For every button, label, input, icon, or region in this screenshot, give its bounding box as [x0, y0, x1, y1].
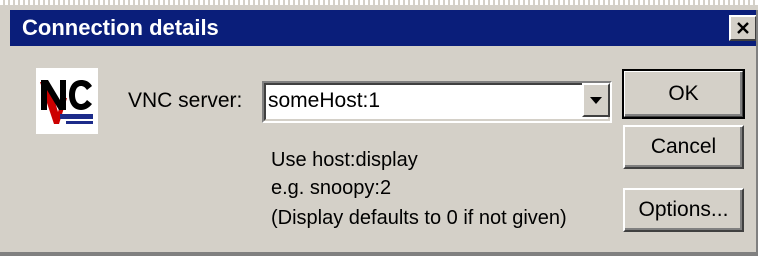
chevron-down-icon — [590, 97, 602, 104]
close-button[interactable] — [729, 15, 757, 41]
close-icon — [737, 22, 749, 34]
bottom-border — [0, 252, 758, 256]
top-border — [0, 0, 758, 10]
connection-details-dialog: Connection details VNC server: someHost:… — [0, 0, 758, 256]
cancel-button[interactable]: Cancel — [623, 125, 744, 169]
hint-line-example: e.g. snoopy:2 — [271, 177, 392, 199]
vnc-server-combobox[interactable]: someHost:1 — [262, 81, 612, 123]
vnc-server-input[interactable]: someHost:1 — [268, 88, 380, 114]
options-button[interactable]: Options... — [623, 188, 744, 232]
vnc-logo-icon — [36, 68, 98, 134]
title-bar[interactable]: Connection details — [10, 10, 758, 46]
dialog-title: Connection details — [22, 15, 219, 40]
hint-line-default: (Display defaults to 0 if not given) — [271, 207, 567, 229]
hint-line-usage: Use host:display — [271, 149, 418, 171]
ok-button[interactable]: OK — [622, 69, 745, 119]
dropdown-button[interactable] — [582, 83, 610, 117]
vnc-server-label: VNC server: — [128, 89, 243, 112]
